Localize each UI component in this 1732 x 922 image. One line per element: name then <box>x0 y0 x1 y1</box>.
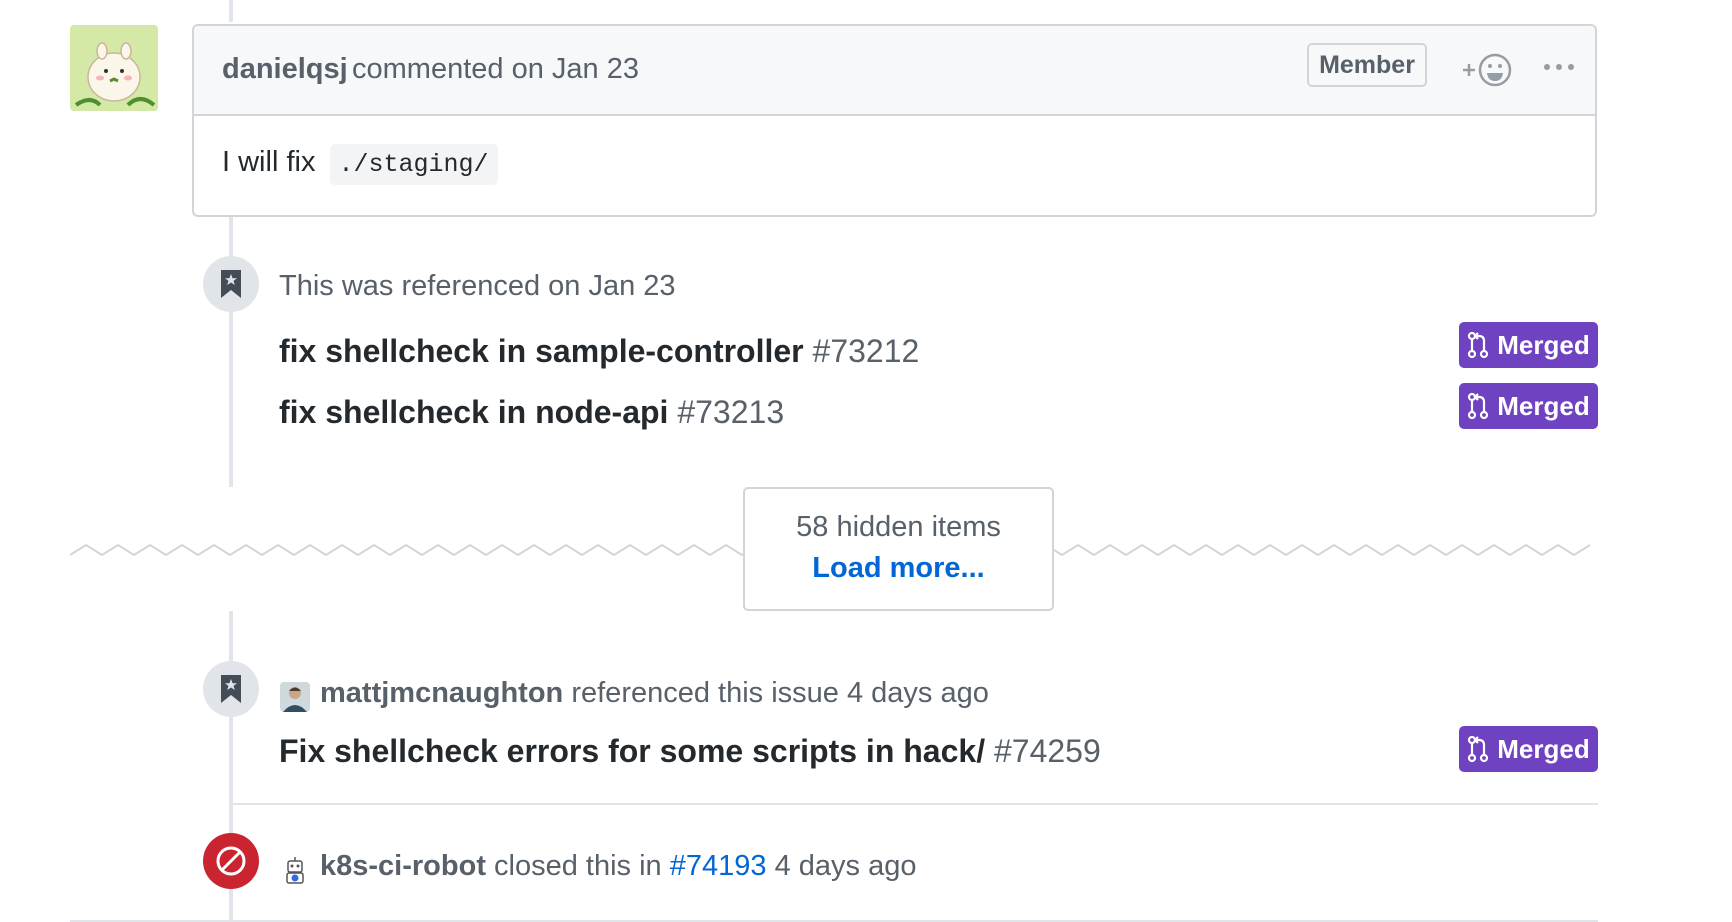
load-more-button[interactable]: Load more... <box>745 552 1052 585</box>
bookmark-icon <box>221 270 241 298</box>
reference-event-actor[interactable]: mattjmcnaughton <box>320 677 563 709</box>
add-reaction-button[interactable] <box>1459 50 1515 90</box>
reference-event-line: mattjmcnaughton referenced this issue 4 … <box>320 677 989 710</box>
comment-body: I will fix ./staging/ <box>222 144 498 185</box>
timeline-divider <box>233 803 1598 805</box>
comment-code: ./staging/ <box>329 144 498 185</box>
close-event-actor[interactable]: k8s-ci-robot <box>320 850 486 882</box>
bookmark-icon <box>221 675 241 703</box>
bookmark-badge <box>203 661 259 717</box>
git-merge-icon <box>1468 392 1489 420</box>
more-options-button[interactable] <box>1539 52 1579 82</box>
close-event-action: closed this in <box>494 850 662 882</box>
avatar[interactable] <box>70 25 158 111</box>
add-reaction-icon <box>1463 53 1512 87</box>
robot-avatar-icon <box>280 855 310 885</box>
reference-item-number[interactable]: #73212 <box>813 333 920 369</box>
merged-label: Merged <box>1497 733 1590 764</box>
avatar[interactable] <box>280 682 310 712</box>
avatar[interactable] <box>280 855 310 885</box>
close-event-line: k8s-ci-robot closed this in #74193 4 day… <box>320 850 917 883</box>
comment-body-text: I will fix <box>222 146 316 178</box>
reference-item[interactable]: fix shellcheck in sample-controller #732… <box>279 333 919 370</box>
reference-item[interactable]: Fix shellcheck errors for some scripts i… <box>279 733 1101 770</box>
kebab-menu-icon <box>1544 64 1574 70</box>
merged-badge: Merged <box>1459 383 1598 429</box>
reference-item[interactable]: fix shellcheck in node-api #73213 <box>279 394 784 431</box>
merged-badge: Merged <box>1459 322 1598 368</box>
user-avatar-icon <box>280 682 310 712</box>
reference-heading: This was referenced on Jan 23 <box>279 270 676 302</box>
reference-item-number[interactable]: #73213 <box>677 394 784 430</box>
hidden-items-box: 58 hidden items Load more... <box>743 487 1054 611</box>
reference-event-action: referenced this issue 4 days ago <box>571 677 989 709</box>
timeline-rail-top <box>229 0 233 22</box>
comment-author[interactable]: danielqsj <box>222 53 348 86</box>
git-merge-icon <box>1468 331 1489 359</box>
hamster-avatar-icon <box>70 25 158 111</box>
git-merge-icon <box>1468 735 1489 763</box>
merged-badge: Merged <box>1459 726 1598 772</box>
comment-meta[interactable]: commented on Jan 23 <box>352 53 639 86</box>
hidden-items-count: 58 hidden items <box>796 511 1001 543</box>
comment-header: danielqsj commented on Jan 23 Member <box>194 26 1595 116</box>
closed-badge <box>203 833 259 889</box>
reference-item-title[interactable]: Fix shellcheck errors for some scripts i… <box>279 733 985 769</box>
member-badge: Member <box>1307 43 1427 87</box>
merged-label: Merged <box>1497 329 1590 360</box>
close-event-time[interactable]: 4 days ago <box>775 850 917 882</box>
bookmark-badge <box>203 256 259 312</box>
close-event-link[interactable]: #74193 <box>670 850 767 882</box>
merged-label: Merged <box>1497 390 1590 421</box>
circle-slash-icon <box>216 846 246 876</box>
reference-item-title[interactable]: fix shellcheck in node-api <box>279 394 668 430</box>
comment-box: danielqsj commented on Jan 23 Member I w… <box>192 24 1597 217</box>
reference-item-title[interactable]: fix shellcheck in sample-controller <box>279 333 804 369</box>
reference-item-number[interactable]: #74259 <box>994 733 1101 769</box>
